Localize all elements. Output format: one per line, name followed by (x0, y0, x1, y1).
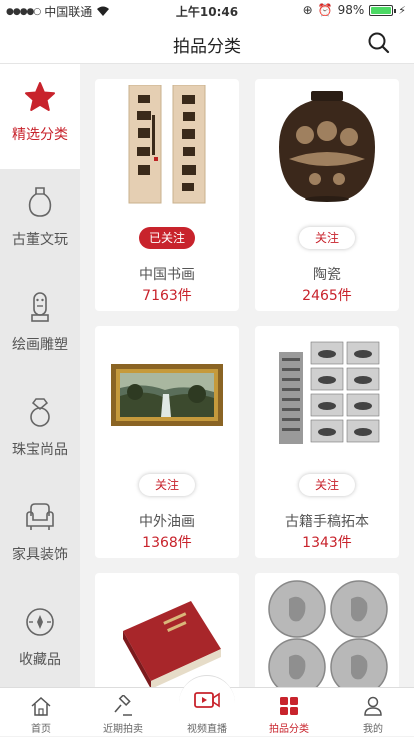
category-name: 古籍手稿拓本 (285, 514, 369, 530)
status-bar: ●●●●○ 中国联通 上午10:46 ⊕ ⏰ 98% ⚡ (0, 0, 414, 22)
calligraphy-image (105, 85, 229, 215)
tab-label: 近期拍卖 (103, 724, 143, 735)
oil-painting-image (105, 332, 229, 462)
nav-bar: 拍品分类 (0, 22, 414, 64)
ceramic-jar-image (265, 85, 389, 215)
category-grid: 已关注 中国书画 7163件 关注 陶瓷 2465件 关注 中外油画 1368件… (80, 64, 414, 687)
status-right: ⊕ ⏰ 98% ⚡ (303, 3, 406, 17)
category-name: 中外油画 (139, 514, 195, 530)
category-count: 7163件 (142, 288, 192, 304)
vase-icon (28, 187, 52, 217)
tab-label: 视频直播 (187, 724, 227, 735)
sidebar-item-label: 绘画雕塑 (12, 337, 68, 353)
category-card-oil-painting[interactable]: 关注 中外油画 1368件 (95, 326, 239, 558)
category-count: 1343件 (302, 535, 352, 551)
sidebar-item-featured[interactable]: 精选分类 (0, 64, 80, 169)
coins-image (265, 579, 389, 687)
user-icon (364, 696, 382, 716)
grid-icon (280, 697, 298, 715)
category-card-manuscripts[interactable]: 关注 古籍手稿拓本 1343件 (255, 326, 399, 558)
battery-level (371, 6, 391, 14)
sidebar-item-label: 珠宝尚品 (12, 442, 68, 458)
star-icon (25, 82, 55, 111)
category-card-books[interactable] (95, 573, 239, 687)
category-name: 中国书画 (139, 267, 195, 283)
sidebar-item-label: 精选分类 (12, 127, 68, 143)
tab-label: 首页 (31, 724, 51, 735)
tab-label: 拍品分类 (269, 724, 309, 735)
ring-icon (30, 398, 50, 427)
category-count: 1368件 (142, 535, 192, 551)
sidebar-item-label: 收藏品 (19, 652, 61, 668)
charging-icon: ⚡ (398, 3, 406, 17)
battery-percent: 98% (337, 3, 365, 17)
tab-recent-auctions[interactable]: 近期拍卖 (82, 688, 164, 737)
video-icon (194, 692, 220, 708)
category-name: 陶瓷 (313, 267, 341, 283)
tab-live-video[interactable]: 视频直播 (166, 688, 248, 737)
tab-categories[interactable]: 拍品分类 (248, 688, 330, 737)
category-sidebar: 精选分类 古董文玩 绘画雕塑 珠宝尚品 家具装饰 收藏品 (0, 64, 80, 687)
sidebar-item-antiques[interactable]: 古董文玩 (0, 169, 80, 274)
rubbings-image (265, 332, 389, 462)
page-title: 拍品分类 (173, 37, 241, 57)
tab-home[interactable]: 首页 (0, 688, 82, 737)
home-icon (31, 696, 51, 716)
sidebar-item-furniture[interactable]: 家具装饰 (0, 484, 80, 589)
sidebar-item-collectibles[interactable]: 收藏品 (0, 589, 80, 687)
tab-bar: 首页 近期拍卖 视频直播 拍品分类 我的 (0, 675, 414, 737)
sidebar-item-label: 古董文玩 (12, 232, 68, 248)
battery-icon (369, 4, 397, 16)
sidebar-item-label: 家具装饰 (12, 547, 68, 563)
statue-icon (31, 292, 49, 322)
book-image (105, 579, 229, 687)
rotation-lock-icon: ⊕ (302, 3, 313, 17)
follow-button[interactable]: 关注 (299, 227, 355, 249)
follow-button[interactable]: 关注 (299, 474, 355, 496)
category-count: 2465件 (302, 288, 352, 304)
category-card-coins[interactable] (255, 573, 399, 687)
collectible-icon (26, 608, 54, 636)
sidebar-item-painting-sculpture[interactable]: 绘画雕塑 (0, 274, 80, 379)
follow-button[interactable]: 关注 (139, 474, 195, 496)
follow-button[interactable]: 已关注 (139, 227, 195, 249)
sidebar-item-jewelry[interactable]: 珠宝尚品 (0, 379, 80, 484)
armchair-icon (26, 503, 54, 530)
category-card-ceramics[interactable]: 关注 陶瓷 2465件 (255, 79, 399, 311)
gavel-icon (114, 695, 132, 716)
tab-label: 我的 (363, 724, 383, 735)
search-icon[interactable] (366, 30, 392, 56)
alarm-icon: ⏰ (317, 3, 333, 17)
category-card-calligraphy[interactable]: 已关注 中国书画 7163件 (95, 79, 239, 311)
tab-mine[interactable]: 我的 (332, 688, 414, 737)
